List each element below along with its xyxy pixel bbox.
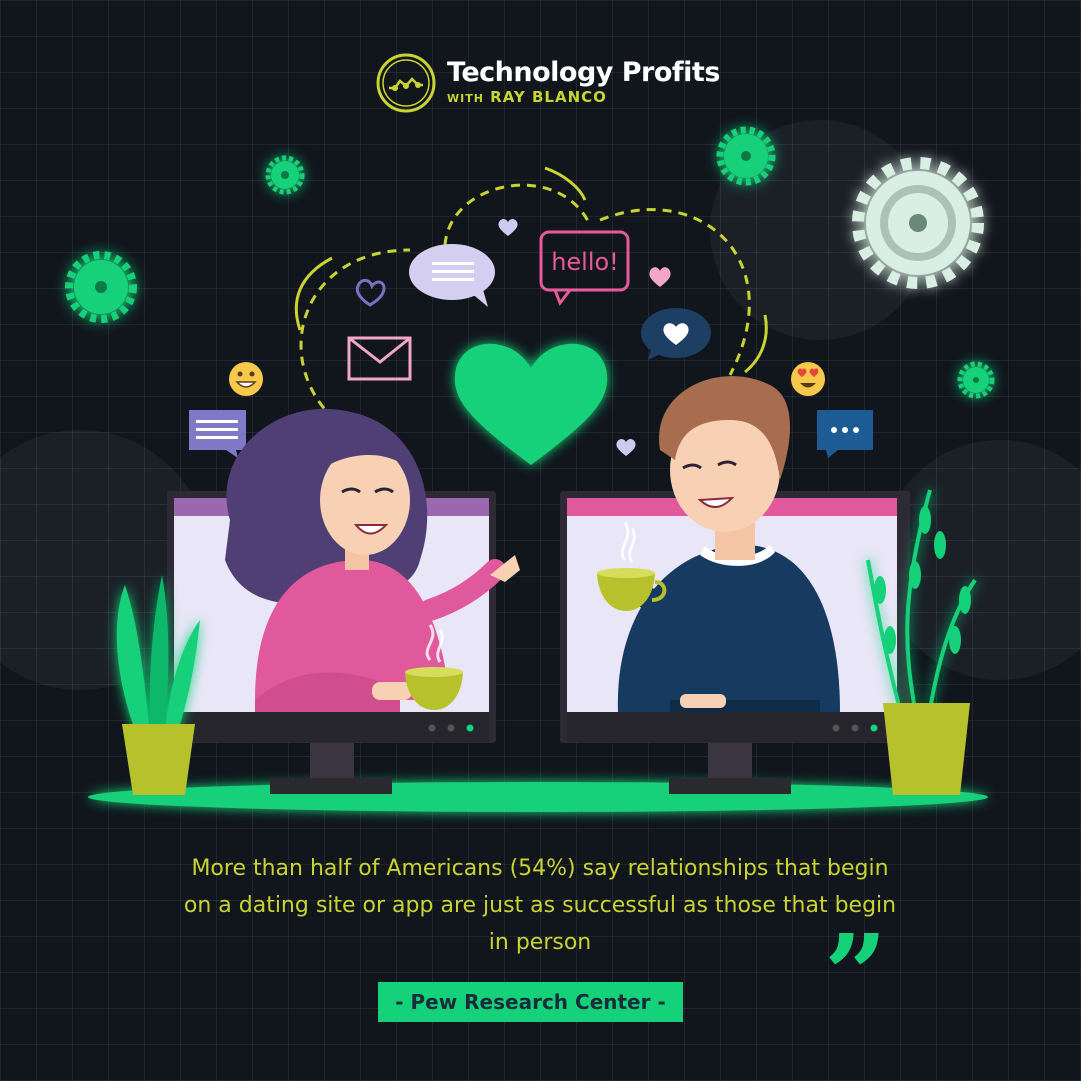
quote-source-badge: - Pew Research Center -	[378, 982, 683, 1022]
hello-speech-bubble: hello!	[539, 230, 630, 307]
gear-icon	[65, 251, 137, 323]
gear-icon	[852, 157, 984, 289]
quote-text: More than half of Americans (54%) say re…	[183, 856, 897, 955]
heart-icon	[616, 439, 636, 456]
plant-pot-right	[883, 703, 970, 795]
heart-chat-bubble-icon	[641, 308, 711, 360]
heart-icon	[454, 343, 608, 465]
envelope-icon	[347, 336, 412, 381]
smiley-icon	[229, 362, 263, 396]
floor-platform	[88, 782, 988, 812]
plant-pot-left	[122, 724, 195, 795]
heart-icon	[498, 219, 518, 236]
hello-text: hello!	[551, 248, 619, 276]
gear-icon	[957, 361, 995, 399]
gear-icon	[265, 155, 305, 195]
quote-mark-icon: ”	[824, 910, 888, 1039]
message-bubble-icon	[189, 410, 246, 458]
heart-outline-icon	[355, 278, 386, 307]
heart-icon	[649, 267, 671, 287]
ellipsis-bubble-icon	[817, 410, 873, 458]
chat-bubble-icon	[409, 244, 495, 307]
heart-eyes-icon	[791, 362, 825, 396]
